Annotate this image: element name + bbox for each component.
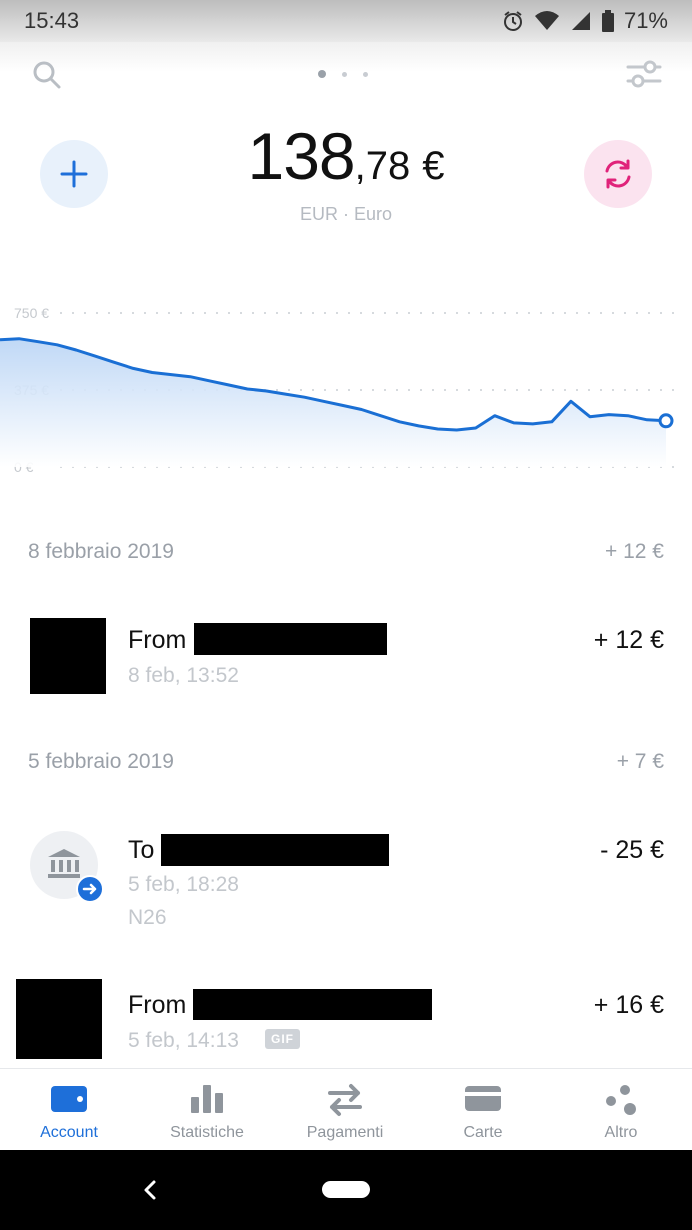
nav-label: Altro [604, 1124, 638, 1141]
exchange-button[interactable] [584, 140, 652, 208]
search-button[interactable] [30, 58, 64, 92]
y-tick-label: 750 € [14, 305, 49, 321]
transaction-note: N26 [128, 906, 167, 929]
exchange-icon [605, 159, 631, 189]
nav-label: Statistiche [170, 1124, 244, 1141]
transfer-arrows-icon [328, 1084, 362, 1116]
section-date: 5 febbraio 2019 [28, 750, 174, 773]
bottom-nav: Account Statistiche Pagamenti Carte Altr… [0, 1068, 692, 1151]
filter-button[interactable] [624, 56, 664, 92]
sliders-icon [626, 60, 662, 88]
nav-label: Pagamenti [306, 1124, 384, 1141]
transaction-title: From [128, 991, 187, 1019]
balance-chart[interactable]: 750 €375 €0 € [0, 285, 692, 495]
transaction-title: From [128, 626, 187, 654]
outgoing-badge [76, 875, 104, 903]
status-bar: 15:43 71% [0, 0, 692, 42]
search-icon [33, 61, 61, 89]
balance-currency: € [422, 144, 445, 188]
transaction-amount: - 25 € [600, 836, 664, 864]
nav-account[interactable]: Account [0, 1069, 138, 1151]
header-fade [0, 42, 692, 72]
signal-icon [571, 12, 590, 30]
nav-carte[interactable]: Carte [414, 1069, 552, 1151]
more-dots-icon [606, 1085, 636, 1115]
nav-label: Carte [463, 1124, 503, 1141]
alarm-icon [503, 11, 522, 31]
page-dot-active [318, 70, 326, 78]
gif-badge: GIF [265, 1029, 300, 1049]
status-icons: 71% [502, 8, 668, 34]
section-date: 8 febbraio 2019 [28, 540, 174, 563]
section-total: + 12 € [605, 540, 664, 563]
page-indicator [318, 70, 368, 78]
nav-pagamenti[interactable]: Pagamenti [276, 1069, 414, 1151]
transaction-time: 8 feb, 13:52 [128, 664, 239, 687]
transaction-amount: + 16 € [593, 991, 664, 1019]
redacted-name [161, 834, 389, 866]
transaction-title: To [128, 836, 155, 864]
nav-altro[interactable]: Altro [552, 1069, 690, 1151]
page-dot [342, 71, 347, 77]
battery-percent: 71% [623, 8, 668, 33]
bar-chart-icon [191, 1085, 223, 1113]
balance-decimal: ,78 [354, 144, 411, 188]
bank-avatar [30, 831, 104, 903]
card-icon [465, 1086, 501, 1111]
home-pill[interactable] [322, 1181, 370, 1198]
transaction-time: 5 feb, 14:13 [128, 1029, 239, 1052]
chart-end-point [658, 413, 674, 429]
balance-integer: 138 [247, 119, 356, 193]
back-icon[interactable] [140, 1178, 160, 1202]
redacted-name [194, 623, 387, 655]
transaction-time: 5 feb, 18:28 [128, 873, 239, 896]
system-nav-bar [0, 1150, 692, 1230]
redacted-name [193, 989, 432, 1020]
page-dot [363, 71, 368, 77]
wifi-icon [534, 11, 559, 30]
nav-statistiche[interactable]: Statistiche [138, 1069, 276, 1151]
redacted-avatar [16, 979, 102, 1059]
nav-label: Account [40, 1124, 98, 1141]
status-time: 15:43 [24, 8, 80, 33]
arrow-right-icon [82, 883, 97, 895]
redacted-avatar [30, 618, 106, 694]
wallet-icon [51, 1086, 87, 1112]
section-total: + 7 € [616, 750, 664, 773]
transaction-amount: + 12 € [593, 626, 664, 654]
bank-icon [48, 849, 80, 878]
battery-icon [601, 10, 614, 32]
currency-label: EUR · Euro [299, 204, 393, 224]
